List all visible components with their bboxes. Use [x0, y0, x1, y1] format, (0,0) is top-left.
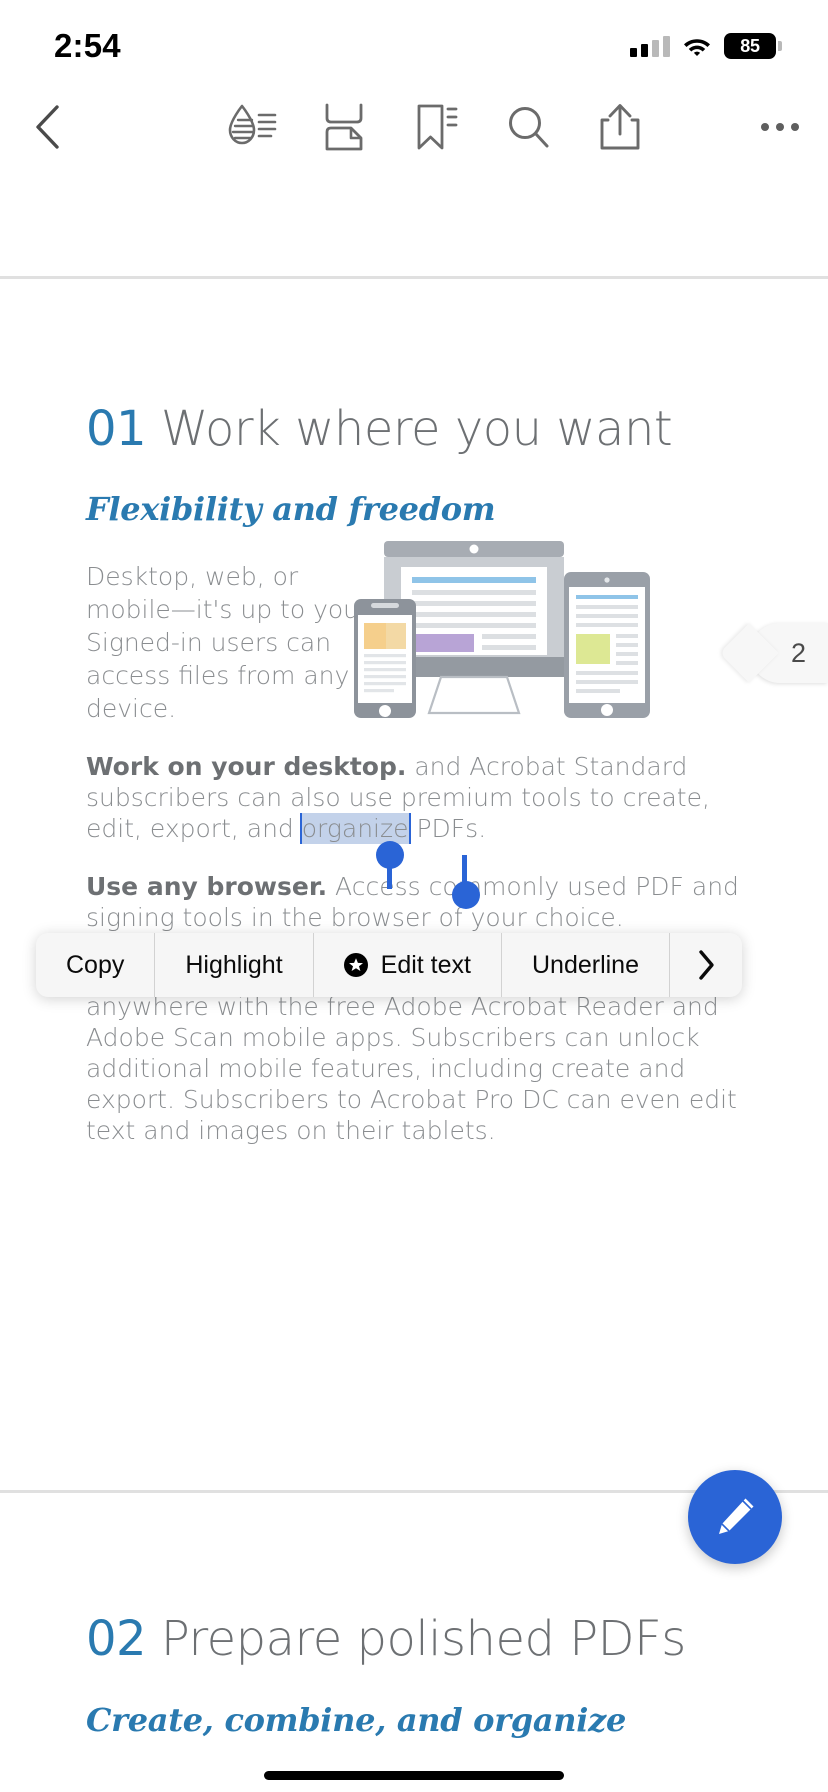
selected-text[interactable]: organize [301, 813, 409, 844]
section-02-title-text: Prepare polished PDFs [146, 1611, 686, 1667]
status-time: 2:54 [54, 27, 121, 64]
page-number-label: 2 [790, 637, 806, 668]
paragraph-work-on-desktop: Work on your desktop. and Acrobat Standa… [86, 751, 742, 844]
selection-handle-end[interactable] [452, 881, 480, 909]
text-selection-context-menu: Copy Highlight Edit text Underline [36, 933, 742, 997]
context-menu-label-copy: Copy [66, 950, 125, 979]
chevron-left-icon [36, 105, 59, 149]
chevron-right-icon [699, 950, 714, 980]
search-icon [509, 107, 549, 148]
context-menu-item-edit-text[interactable]: Edit text [314, 933, 502, 997]
pencil-edit-icon [719, 1498, 754, 1534]
context-menu-label-underline: Underline [531, 950, 639, 979]
page-layout-button[interactable] [298, 86, 390, 168]
context-menu-item-highlight[interactable]: Highlight [155, 933, 314, 997]
wifi-icon [684, 38, 710, 56]
section-02-subtitle: Create, combine, and organize [86, 1701, 627, 1739]
paragraph-text-desktop-after: PDFs. [408, 814, 487, 843]
search-button[interactable] [482, 86, 574, 168]
home-indicator [264, 1771, 564, 1780]
pdf-document-viewer[interactable]: 01 Work where you want Flexibility and f… [0, 168, 828, 1792]
back-button[interactable] [0, 86, 96, 168]
scroll-layout-icon [325, 103, 363, 151]
section-01-intro: Desktop, web, or mobile—it's up to you. … [86, 562, 367, 723]
section-01-title-text: Work where you want [146, 401, 673, 457]
paragraph-lead-browser: Use any browser. [86, 872, 328, 901]
context-menu-label-edit-text: Edit text [380, 950, 471, 979]
share-button[interactable] [574, 86, 666, 168]
section-01-subtitle: Flexibility and freedom [86, 490, 496, 528]
section-02-number: 02 [86, 1611, 147, 1667]
page-2-content: 01 Work where you want Flexibility and f… [0, 401, 828, 1146]
more-options-button[interactable] [732, 86, 828, 168]
section-02-title: 02 Prepare polished PDFs [86, 1611, 742, 1667]
page-number-indicator[interactable]: 2 [750, 623, 828, 683]
context-menu-next-button[interactable] [670, 933, 742, 997]
status-bar: 2:54 85 [0, 0, 828, 86]
bookmarks-button[interactable] [390, 86, 482, 168]
status-indicators: 85 [630, 33, 782, 59]
pro-star-badge-icon [343, 953, 368, 977]
paragraph-lead-desktop: Work on your desktop. [86, 752, 407, 781]
battery-icon: 85 [724, 33, 782, 59]
devices-illustration [354, 541, 650, 718]
top-toolbar [0, 86, 828, 168]
context-menu-item-copy[interactable]: Copy [36, 933, 156, 997]
edit-fab-button[interactable] [688, 1470, 782, 1564]
overflow-dots-icon [761, 123, 799, 131]
liquid-mode-button[interactable] [206, 86, 298, 168]
page-3-content: 02 Prepare polished PDFs Create, combine… [0, 1611, 828, 1739]
selection-caret-start [387, 855, 392, 889]
liquid-mode-icon [228, 104, 277, 145]
battery-level-label: 85 [740, 35, 760, 56]
pdf-page-2: 01 Work where you want Flexibility and f… [0, 279, 828, 1490]
bookmark-icon [417, 104, 458, 150]
share-icon [600, 104, 640, 150]
paragraph-use-any-browser: Use any browser. Access commonly used PD… [86, 871, 742, 933]
context-menu-label-highlight: Highlight [185, 950, 283, 979]
section-01-title: 01 Work where you want [86, 401, 742, 457]
cellular-bars-icon [630, 35, 670, 57]
section-01-number: 01 [86, 401, 147, 457]
context-menu-item-underline[interactable]: Underline [502, 933, 670, 997]
